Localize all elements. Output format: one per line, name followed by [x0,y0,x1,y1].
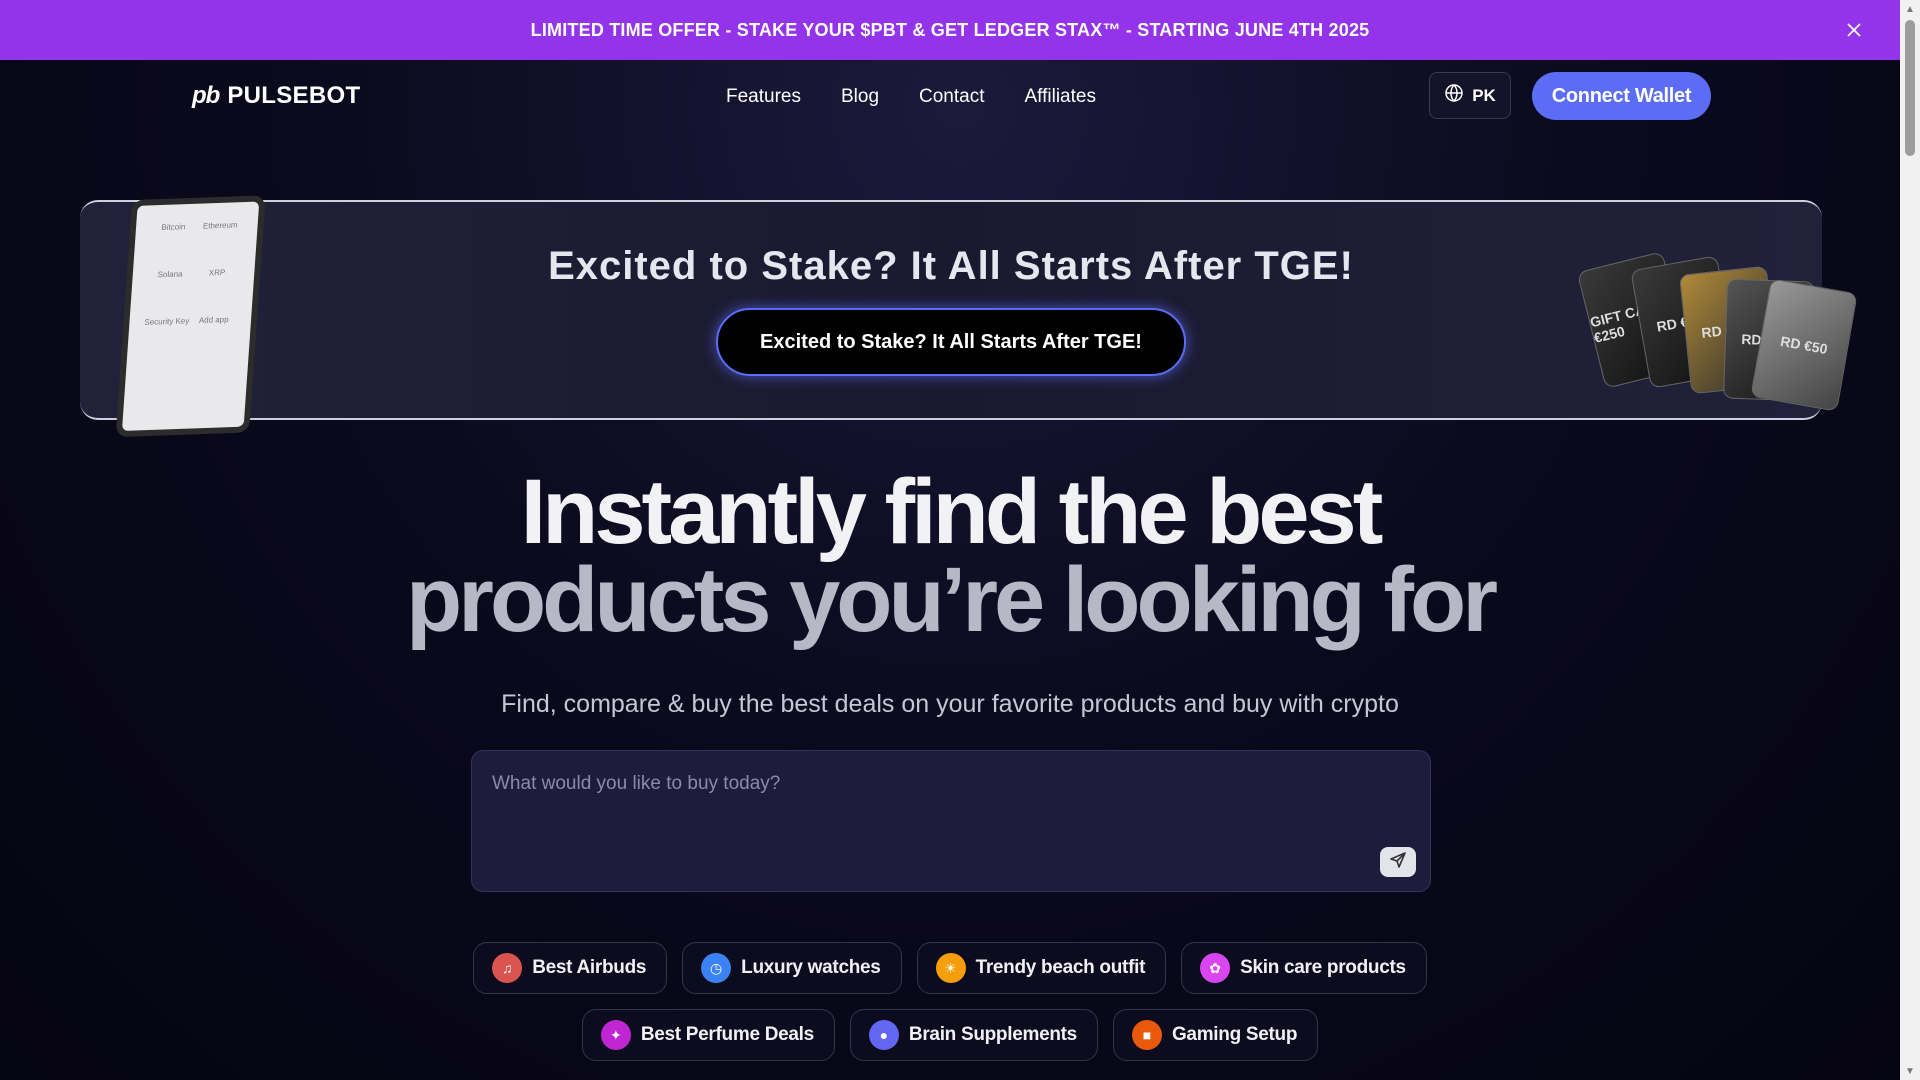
nav-link-blog[interactable]: Blog [841,86,879,108]
scroll-up-icon[interactable]: ▲ [1900,0,1920,18]
chip-luxury-watches[interactable]: ◷ Luxury watches [682,942,902,994]
chip-label: Best Perfume Deals [640,1024,814,1045]
logo[interactable]: pb PULSEBOT [192,82,360,110]
nav-link-contact[interactable]: Contact [919,86,984,108]
chip-label: Brain Supplements [908,1024,1077,1045]
logo-text: PULSEBOT [227,82,361,109]
device-label: Ethereum [202,220,238,231]
perfume-icon: ✦ [600,1020,631,1050]
device-label: Add app [198,314,229,325]
suggestion-chips-row-1: ♫ Best Airbuds ◷ Luxury watches ☀ Trendy… [0,942,1900,994]
skincare-icon: ✿ [1200,953,1231,983]
chip-label: Best Airbuds [532,957,647,978]
logo-mark: pb [192,82,220,109]
nav-links: Features Blog Contact Affiliates [726,86,1096,108]
ledger-device-image: Bitcoin Ethereum Solana XRP Security Key… [115,195,266,438]
chip-label: Trendy beach outfit [975,957,1146,978]
gamepad-icon: ■ [1131,1020,1162,1050]
chip-best-airbuds[interactable]: ♫ Best Airbuds [473,942,668,994]
stake-button[interactable]: Excited to Stake? It All Starts After TG… [716,308,1186,376]
connect-wallet-button[interactable]: Connect Wallet [1532,72,1711,120]
device-label: Security Key [144,316,190,327]
device-label: Solana [157,269,183,280]
watch-icon: ◷ [701,953,732,983]
chip-label: Gaming Setup [1171,1024,1298,1045]
nav-link-features[interactable]: Features [726,86,801,108]
language-label: PK [1472,85,1496,105]
chip-brain-supplements[interactable]: ● Brain Supplements [849,1009,1098,1061]
page-scrollbar[interactable]: ▲ ▼ [1900,0,1920,1080]
scroll-thumb[interactable] [1905,20,1915,156]
hero-subtitle: Find, compare & buy the best deals on yo… [501,690,1399,718]
chip-skin-care-products[interactable]: ✿ Skin care products [1181,942,1427,994]
top-nav: pb PULSEBOT Features Blog Contact Affili… [0,60,1900,132]
send-icon [1389,851,1407,874]
search-input[interactable] [492,769,1392,799]
chip-label: Luxury watches [741,957,881,978]
globe-icon [1444,83,1464,108]
stake-banner: Excited to Stake? It All Starts After TG… [80,200,1822,420]
chip-best-perfume-deals[interactable]: ✦ Best Perfume Deals [581,1009,835,1061]
send-button[interactable] [1380,847,1416,877]
language-button[interactable]: PK [1429,72,1511,119]
nav-link-affiliates[interactable]: Affiliates [1025,86,1096,108]
chip-label: Skin care products [1240,957,1406,978]
chip-trendy-beach-outfit[interactable]: ☀ Trendy beach outfit [916,942,1167,994]
hero-line-1: Instantly find the best [520,461,1384,563]
promo-banner: LIMITED TIME OFFER - STAKE YOUR $PBT & G… [0,0,1900,60]
hero-line-2: products you’re looking for [405,549,1498,651]
scroll-down-icon[interactable]: ▼ [1900,1062,1920,1080]
suggestion-chips-row-2: ✦ Best Perfume Deals ● Brain Supplements… [0,1009,1900,1061]
chip-gaming-setup[interactable]: ■ Gaming Setup [1112,1009,1319,1061]
beach-icon: ☀ [935,953,966,983]
device-label: Bitcoin [161,222,186,233]
close-icon[interactable] [1840,16,1868,44]
brain-icon: ● [868,1020,899,1050]
gift-cards-image: GIFT CARD €250 RD €200 RD €150 RD €100 R… [1576,230,1858,412]
hero-title: Instantly find the best products you’re … [0,461,1900,651]
promo-text: LIMITED TIME OFFER - STAKE YOUR $PBT & G… [530,19,1370,40]
stake-title: Excited to Stake? It All Starts After TG… [548,244,1354,288]
headphones-icon: ♫ [492,953,523,983]
search-box [471,750,1431,892]
device-label: XRP [208,267,226,278]
